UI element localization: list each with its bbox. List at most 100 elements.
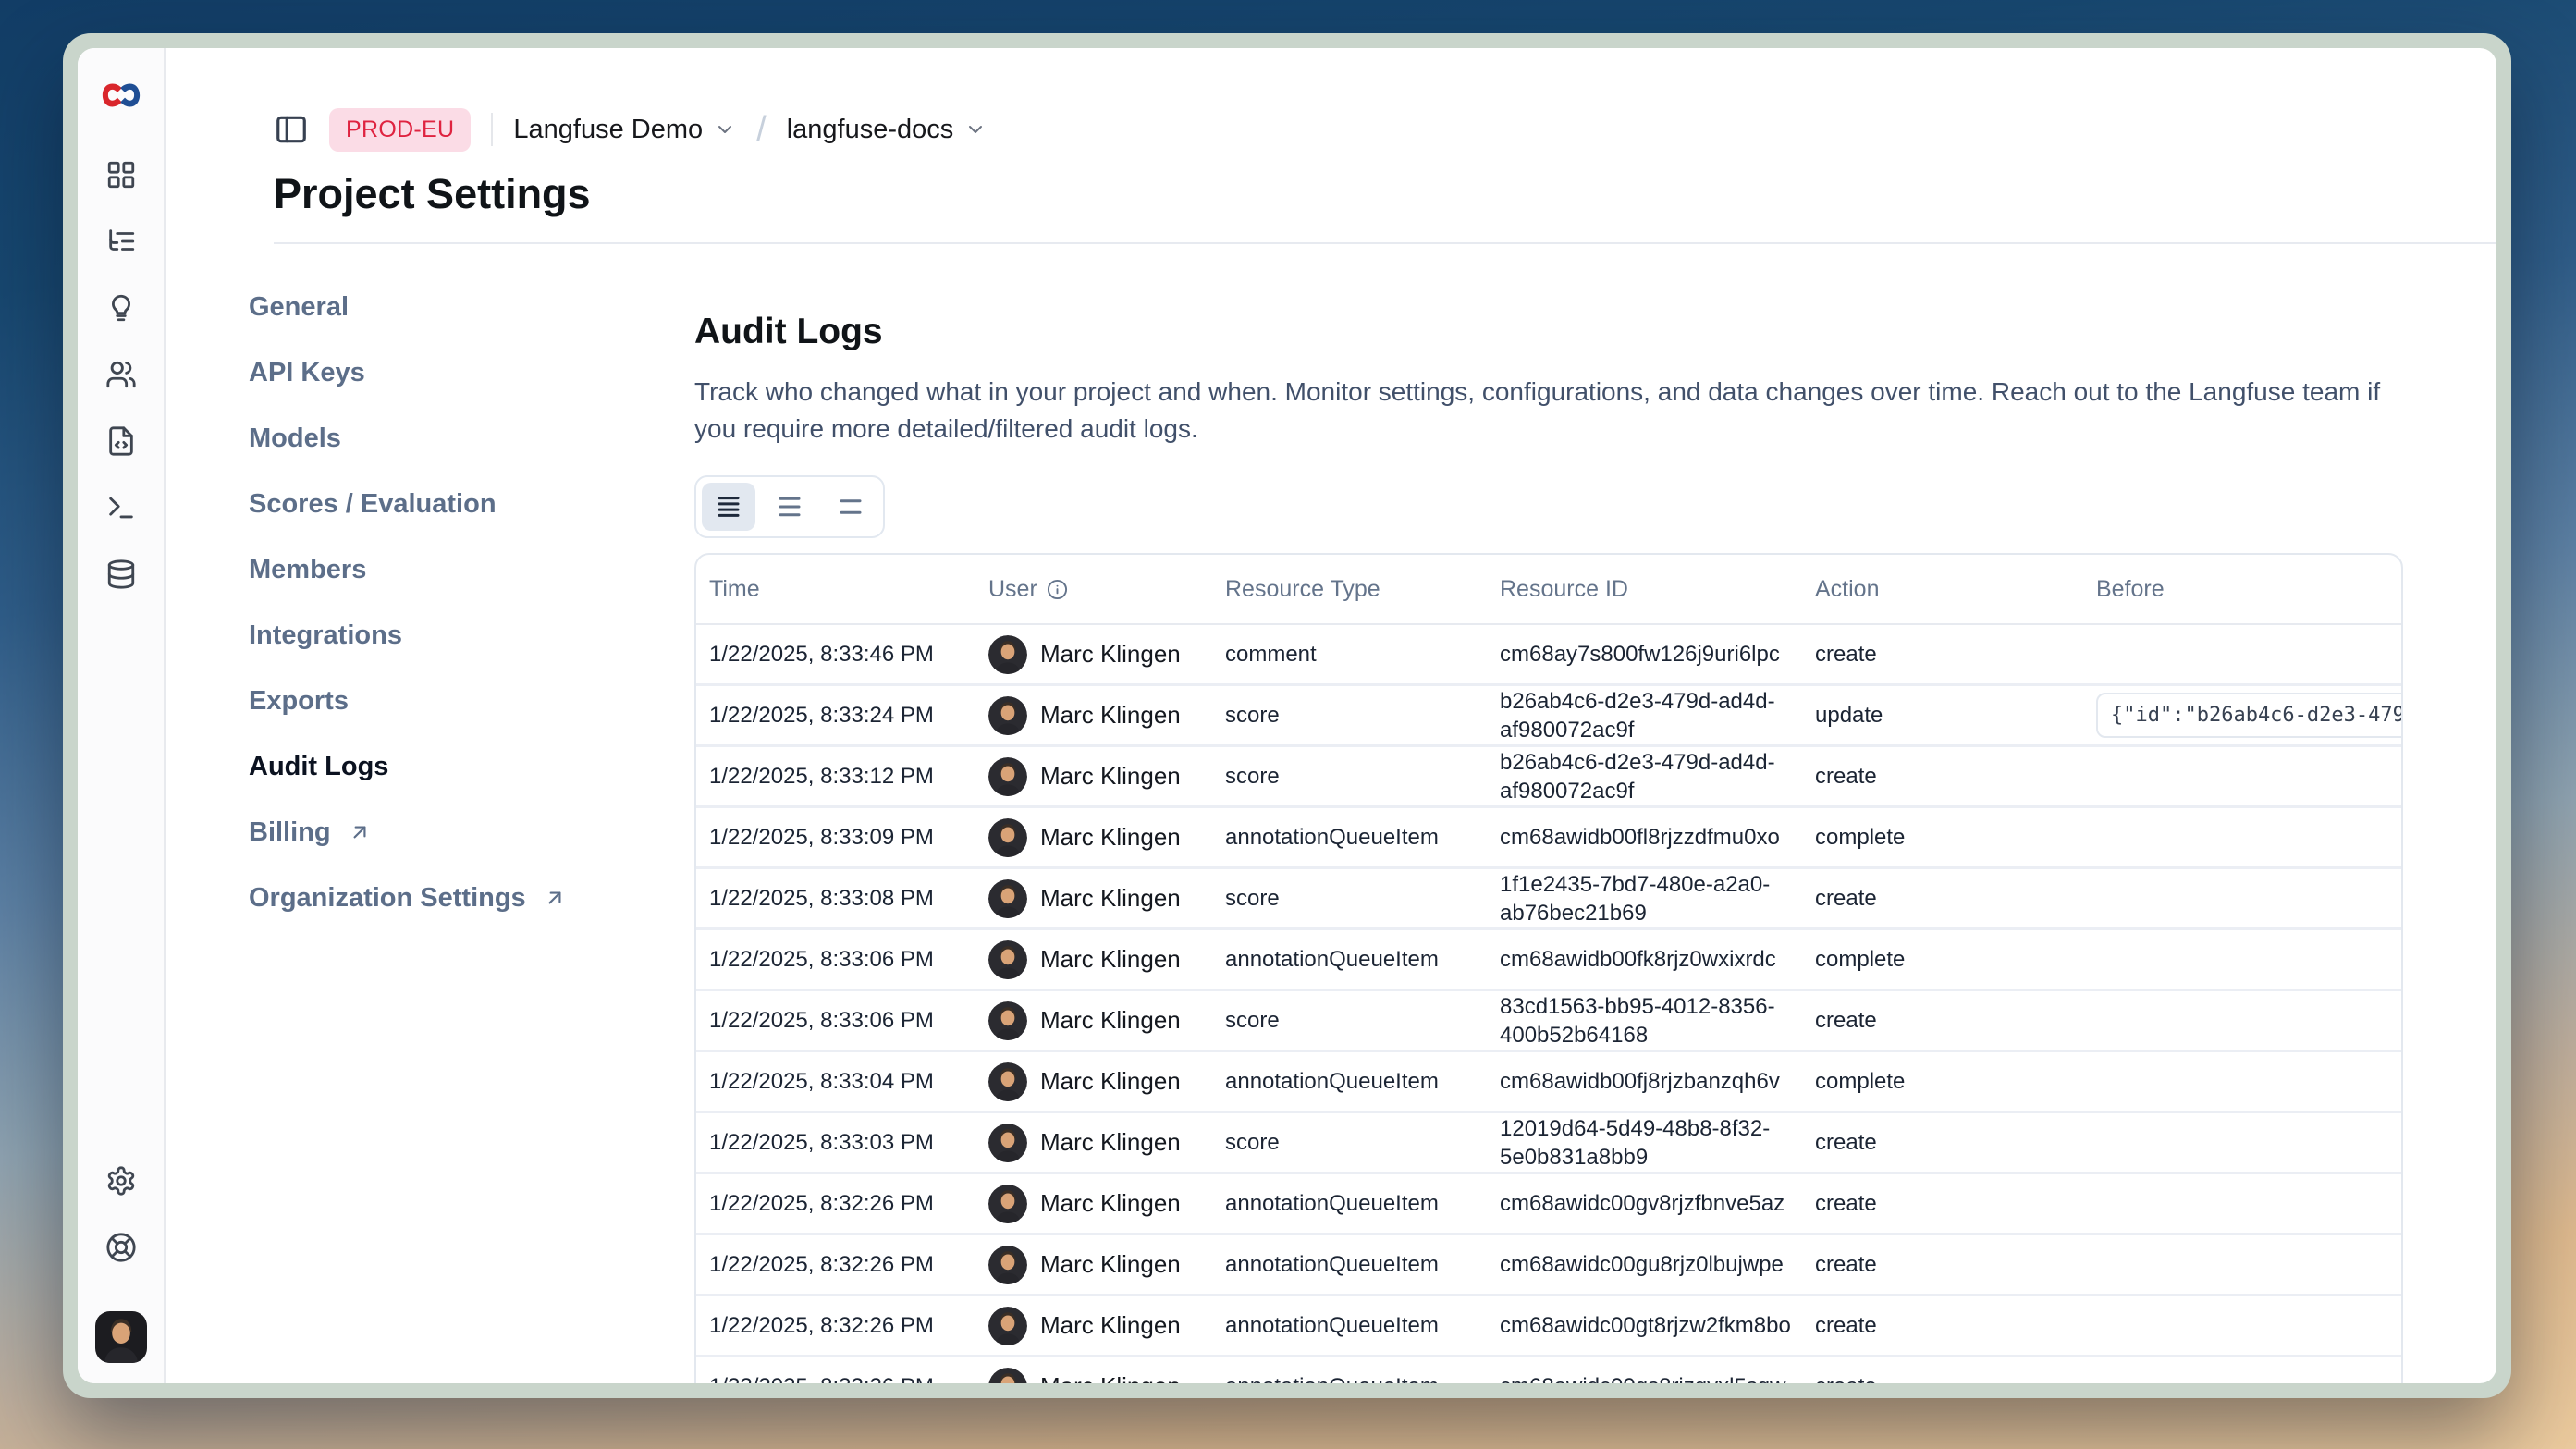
user-name: Marc Klingen (1040, 640, 1181, 669)
user-name: Marc Klingen (1040, 1067, 1181, 1096)
before-json-chip[interactable]: {"id":"b26ab4c6-d2e3-479d-a (2096, 693, 2401, 738)
cell-resource-id: b26ab4c6-d2e3-479d-ad4d-af980072ac9f (1500, 687, 1815, 744)
settings-nav-item[interactable]: API Keys (249, 354, 694, 391)
row-height-large-button[interactable] (824, 483, 877, 531)
cell-before (2096, 747, 2401, 805)
user-avatar (988, 1368, 1027, 1384)
cell-action: create (1815, 1252, 2096, 1278)
chevron-down-icon (714, 118, 736, 141)
breadcrumb-divider (491, 113, 493, 146)
cell-resource-type: score (1225, 703, 1500, 729)
cell-before (2096, 1113, 2401, 1172)
settings-gear-icon[interactable] (105, 1165, 137, 1197)
settings-nav-item[interactable]: Organization Settings (249, 879, 694, 916)
page-title: Project Settings (274, 170, 2496, 218)
project-selector[interactable]: langfuse-docs (787, 115, 987, 145)
cell-time: 1/22/2025, 8:32:26 PM (709, 1313, 988, 1339)
cell-resource-id: 12019d64-5d49-48b8-8f32-5e0b831a8bb9 (1500, 1114, 1815, 1172)
table-body: 1/22/2025, 8:33:46 PM Marc Klingen comme… (696, 625, 2401, 1383)
table-row: 1/22/2025, 8:33:12 PM Marc Klingen score (696, 747, 2401, 808)
datasets-file-code-icon[interactable] (105, 425, 137, 457)
settings-nav-item-label: API Keys (249, 354, 365, 391)
rows-dense-icon (715, 493, 742, 521)
row-height-small-button[interactable] (702, 483, 755, 531)
row-height-medium-button[interactable] (763, 483, 816, 531)
cell-before (2096, 1357, 2401, 1383)
cell-resource-id: cm68awidb00fl8rjzzdfmu0xo (1500, 823, 1815, 852)
user-avatar (988, 818, 1027, 857)
cell-user: Marc Klingen (988, 1368, 1225, 1384)
dashboard-grid-icon[interactable] (105, 159, 137, 190)
playground-terminal-icon[interactable] (105, 492, 137, 523)
audit-log-table: Time User Resource Type Resource ID Acti… (694, 553, 2403, 1383)
column-header-resource-type: Resource Type (1225, 576, 1500, 603)
cell-user: Marc Klingen (988, 1062, 1225, 1101)
user-name: Marc Klingen (1040, 823, 1181, 852)
settings-nav-item[interactable]: Members (249, 551, 694, 588)
table-row: 1/22/2025, 8:33:46 PM Marc Klingen comme… (696, 625, 2401, 686)
cell-resource-type: comment (1225, 642, 1500, 668)
users-icon[interactable] (105, 359, 137, 390)
user-name: Marc Klingen (1040, 1250, 1181, 1279)
cell-before (2096, 1174, 2401, 1233)
org-selector[interactable]: Langfuse Demo (513, 115, 736, 145)
user-avatar (988, 1246, 1027, 1284)
cell-resource-id: cm68awidb00fk8rjz0wxixrdc (1500, 945, 1815, 974)
cell-resource-type: score (1225, 1130, 1500, 1156)
user-name: Marc Klingen (1040, 945, 1181, 974)
table-row: 1/22/2025, 8:32:26 PM Marc Klingen annot… (696, 1296, 2401, 1357)
cell-user: Marc Klingen (988, 696, 1225, 735)
window-frame: PROD-EU Langfuse Demo / langfuse-docs Pr… (63, 33, 2511, 1398)
cell-resource-type: annotationQueueItem (1225, 1374, 1500, 1384)
settings-nav-item[interactable]: Exports (249, 682, 694, 719)
cell-time: 1/22/2025, 8:33:08 PM (709, 886, 988, 912)
external-link-arrow-icon (348, 820, 372, 844)
support-life-buoy-icon[interactable] (105, 1232, 137, 1263)
cell-before (2096, 625, 2401, 683)
settings-nav-item[interactable]: Integrations (249, 617, 694, 654)
cell-resource-id: cm68awidc00gv8rjzfbnve5az (1500, 1189, 1815, 1218)
environment-badge: PROD-EU (329, 108, 471, 152)
cell-user: Marc Klingen (988, 879, 1225, 918)
cell-time: 1/22/2025, 8:33:24 PM (709, 703, 988, 729)
sidebar-bottom-group (95, 1165, 147, 1363)
settings-nav-item-label: General (249, 289, 349, 325)
table-row: 1/22/2025, 8:32:26 PM Marc Klingen annot… (696, 1174, 2401, 1235)
cell-action: complete (1815, 947, 2096, 973)
page-header: PROD-EU Langfuse Demo / langfuse-docs Pr… (166, 48, 2496, 244)
cell-time: 1/22/2025, 8:33:12 PM (709, 764, 988, 790)
settings-nav-item[interactable]: General (249, 289, 694, 325)
user-avatar (988, 757, 1027, 796)
user-avatar[interactable] (95, 1311, 147, 1363)
cell-before (2096, 1052, 2401, 1111)
settings-nav-item[interactable]: Audit Logs (249, 748, 694, 785)
cell-resource-id: cm68awidc00gt8rjzw2fkm8bo (1500, 1311, 1815, 1340)
settings-nav-item[interactable]: Billing (249, 814, 694, 851)
table-row: 1/22/2025, 8:32:26 PM Marc Klingen annot… (696, 1235, 2401, 1296)
column-header-action: Action (1815, 576, 2096, 603)
cell-resource-type: annotationQueueItem (1225, 1252, 1500, 1278)
prompts-lightbulb-icon[interactable] (105, 292, 137, 324)
info-icon[interactable] (1047, 579, 1068, 600)
settings-nav-item-label: Scores / Evaluation (249, 485, 497, 522)
cell-action: create (1815, 642, 2096, 668)
user-avatar (988, 1124, 1027, 1162)
langfuse-logo-icon[interactable] (100, 80, 142, 111)
user-name: Marc Klingen (1040, 884, 1181, 913)
settings-nav-item[interactable]: Scores / Evaluation (249, 485, 694, 522)
column-header-before: Before (2096, 576, 2401, 603)
table-row: 1/22/2025, 8:32:26 PM Marc Klingen annot… (696, 1357, 2401, 1383)
settings-nav: General API Keys Models (249, 289, 694, 1383)
table-row: 1/22/2025, 8:33:24 PM Marc Klingen score (696, 686, 2401, 747)
settings-nav-item-label: Organization Settings (249, 879, 526, 916)
sidebar-icon-stack (105, 159, 137, 590)
user-avatar (988, 696, 1027, 735)
settings-nav-item[interactable]: Models (249, 420, 694, 457)
user-name: Marc Klingen (1040, 1006, 1181, 1035)
cell-resource-id: cm68awidc00gu8rjz0lbujwpe (1500, 1250, 1815, 1279)
app-window: PROD-EU Langfuse Demo / langfuse-docs Pr… (78, 48, 2496, 1383)
cell-before (2096, 991, 2401, 1050)
tracing-list-tree-icon[interactable] (105, 226, 137, 257)
sidebar-toggle-icon[interactable] (274, 112, 309, 147)
database-icon[interactable] (105, 559, 137, 590)
